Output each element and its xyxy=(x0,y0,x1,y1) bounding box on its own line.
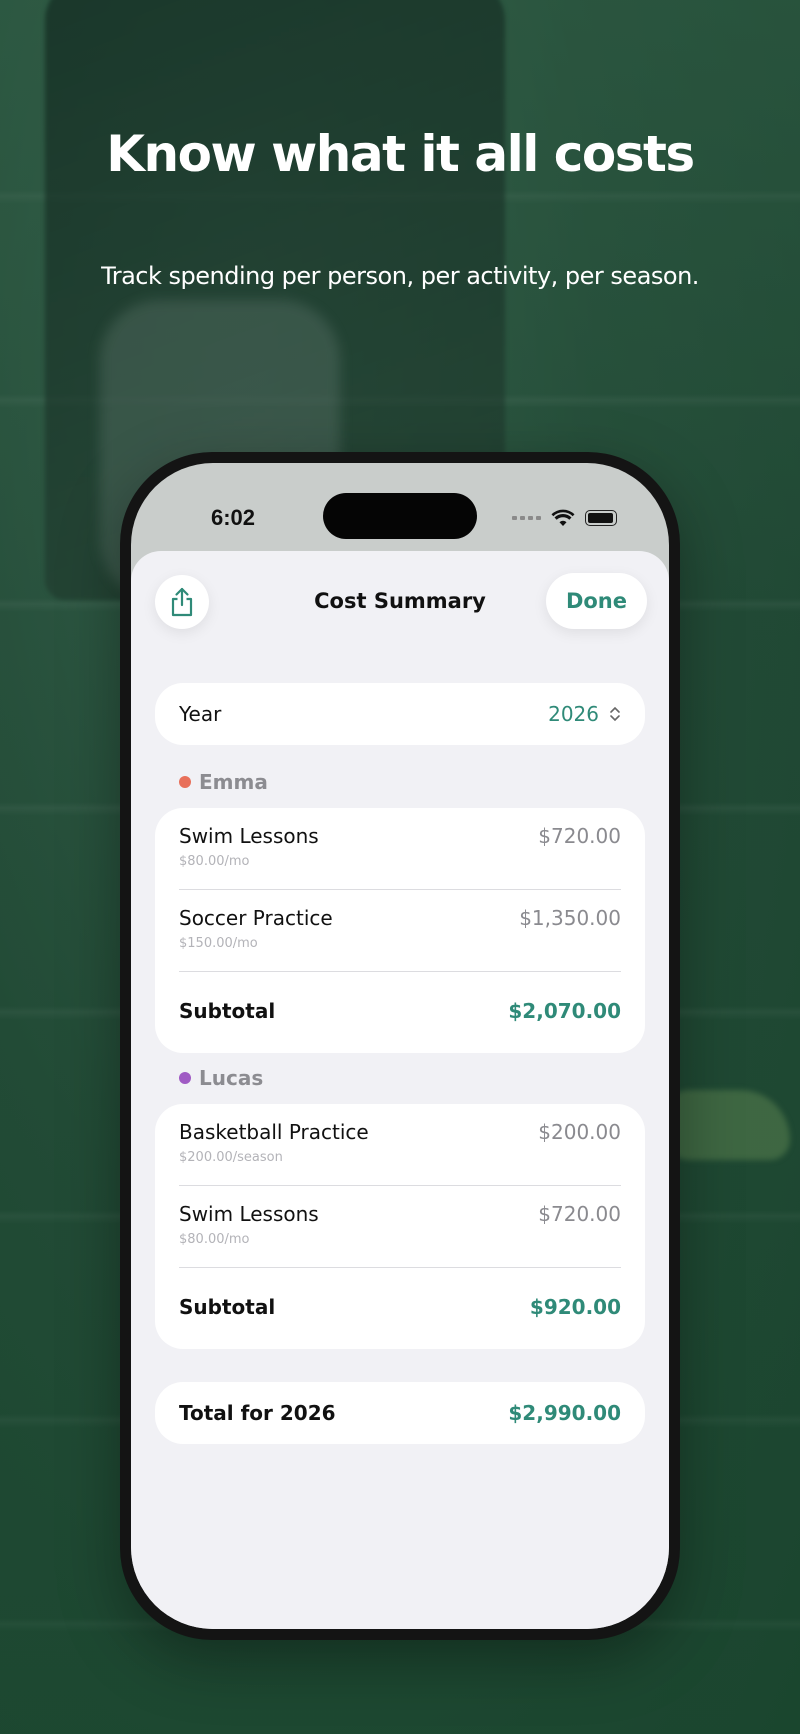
subtotal-label: Subtotal xyxy=(179,1295,276,1319)
activity-row[interactable]: Soccer Practice $150.00/mo $1,350.00 xyxy=(179,890,621,972)
status-icons xyxy=(512,509,617,527)
activity-rate: $200.00/season xyxy=(179,1150,283,1165)
year-label: Year xyxy=(179,702,222,726)
year-value-container[interactable]: 2026 xyxy=(548,702,621,726)
subtotal-value: $920.00 xyxy=(529,1295,621,1319)
subtotal-row: Subtotal $920.00 xyxy=(179,1268,621,1349)
activity-name: Swim Lessons xyxy=(179,824,319,848)
activity-row[interactable]: Basketball Practice $200.00/season $200.… xyxy=(179,1104,621,1186)
marketing-headline: Know what it all costs xyxy=(106,125,695,183)
total-card: Total for 2026 $2,990.00 xyxy=(155,1382,645,1444)
phone-screen: 6:02 Cost Summary Done Year 2026 Emma Sw… xyxy=(131,463,669,1629)
subtotal-label: Subtotal xyxy=(179,999,276,1023)
year-picker[interactable]: Year 2026 xyxy=(155,683,645,745)
done-button[interactable]: Done xyxy=(545,573,647,629)
subtotal-value: $2,070.00 xyxy=(508,999,621,1023)
marketing-subline: Track spending per person, per activity,… xyxy=(101,262,699,290)
wifi-icon xyxy=(551,509,575,526)
group-header-lucas: Lucas xyxy=(179,1066,263,1090)
group-card-lucas: Basketball Practice $200.00/season $200.… xyxy=(155,1104,645,1349)
person-color-dot xyxy=(179,1072,191,1084)
subtotal-row: Subtotal $2,070.00 xyxy=(179,972,621,1053)
person-name: Lucas xyxy=(199,1066,264,1090)
dynamic-island xyxy=(323,493,477,539)
total-label: Total for 2026 xyxy=(179,1401,336,1425)
year-value: 2026 xyxy=(548,702,599,726)
activity-amount: $1,350.00 xyxy=(519,906,621,930)
activity-amount: $200.00 xyxy=(538,1120,621,1144)
cost-summary-sheet: Cost Summary Done Year 2026 Emma Swim Le… xyxy=(131,551,669,1629)
battery-icon xyxy=(585,510,617,526)
activity-amount: $720.00 xyxy=(538,1202,621,1226)
activity-name: Soccer Practice xyxy=(179,906,333,930)
activity-row[interactable]: Swim Lessons $80.00/mo $720.00 xyxy=(179,808,621,890)
activity-row[interactable]: Swim Lessons $80.00/mo $720.00 xyxy=(179,1186,621,1268)
status-time: 6:02 xyxy=(211,505,256,530)
chevron-up-down-icon xyxy=(609,706,621,722)
activity-rate: $80.00/mo xyxy=(179,1232,250,1247)
phone-frame: 6:02 Cost Summary Done Year 2026 Emma Sw… xyxy=(120,452,680,1640)
group-card-emma: Swim Lessons $80.00/mo $720.00 Soccer Pr… xyxy=(155,808,645,1053)
total-value: $2,990.00 xyxy=(508,1401,621,1425)
cellular-signal-icon xyxy=(512,516,541,520)
activity-name: Basketball Practice xyxy=(179,1120,369,1144)
activity-rate: $80.00/mo xyxy=(179,854,250,869)
person-name: Emma xyxy=(199,770,268,794)
activity-rate: $150.00/mo xyxy=(179,936,258,951)
activity-amount: $720.00 xyxy=(538,824,621,848)
group-header-emma: Emma xyxy=(179,770,268,794)
person-color-dot xyxy=(179,776,191,788)
activity-name: Swim Lessons xyxy=(179,1202,319,1226)
